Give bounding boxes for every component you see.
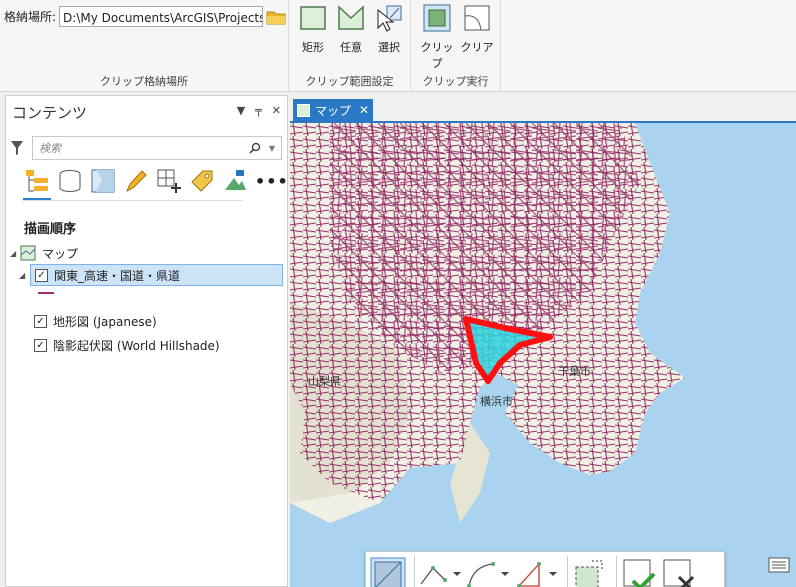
map-name: マップ: [42, 246, 79, 261]
freehand-polygon-icon: [338, 5, 364, 30]
tab-map[interactable]: マップ ✕: [293, 99, 373, 121]
rectangle-sketch-icon: [370, 557, 406, 587]
search-placeholder: 検索: [39, 142, 61, 155]
arc-sketch-button[interactable]: [467, 555, 511, 587]
polyline-sketch-button[interactable]: [419, 555, 463, 587]
contents-title: コンテンツ: [12, 104, 88, 122]
filter-icon[interactable]: [10, 140, 24, 156]
collapse-icon[interactable]: ◢: [10, 249, 20, 258]
clip-button[interactable]: クリップ: [417, 4, 457, 71]
map-drawing: [290, 123, 796, 587]
cancel-sketch-button[interactable]: [661, 555, 697, 587]
list-by-perspective-imagery-icon[interactable]: [222, 168, 248, 194]
polyline-sketch-icon: [420, 566, 461, 585]
finish-sketch-button[interactable]: [621, 555, 657, 587]
freehand-label: 任意: [340, 41, 362, 54]
map-canvas[interactable]: 山梨県 横浜市 千葉市: [290, 123, 796, 587]
sketch-toolbar: [365, 551, 725, 587]
layer-item-hillshade[interactable]: ✓ 陰影起伏図 (World Hillshade): [34, 334, 220, 356]
pin-icon[interactable]: ╤: [255, 104, 262, 117]
map-node[interactable]: ◢ マップ: [10, 242, 78, 264]
layer-visibility-checkbox[interactable]: ✓: [35, 268, 48, 282]
clear-button[interactable]: クリア: [457, 4, 497, 55]
search-input[interactable]: 検索 ▼: [32, 136, 282, 160]
storage-path-label: 格納場所:: [4, 10, 57, 24]
list-by-selection-icon[interactable]: [90, 168, 116, 194]
layer-name: 関東_高速・国道・県道: [54, 268, 181, 283]
rectangle-icon: [300, 6, 326, 30]
list-by-labeling-icon[interactable]: [189, 168, 215, 194]
execute-group-label: クリップ実行: [422, 75, 489, 88]
contents-pane: コンテンツ ▼ ╤ ✕ 検索 ▼ ••• 描画順序 ◢ マップ ◢ ✓ 関東_高…: [5, 95, 288, 587]
clear-icon: [464, 5, 490, 31]
toolbar-divider: [23, 200, 243, 201]
layer-visibility-checkbox[interactable]: ✓: [34, 338, 47, 352]
collapse-icon[interactable]: ◢: [19, 271, 29, 280]
tab-label: マップ: [315, 103, 352, 118]
clip-storage-group: 格納場所: D:\My Documents\ArcGIS\Projects\クリ…: [0, 0, 289, 92]
toolbar-separator: [567, 556, 568, 587]
layer-item-topo[interactable]: ✓ 地形図 (Japanese): [34, 310, 157, 332]
right-angle-sketch-icon: [517, 562, 557, 587]
rectangle-label: 矩形: [302, 41, 324, 54]
select-button[interactable]: 選択: [369, 4, 409, 55]
list-by-snapping-icon[interactable]: [156, 168, 182, 194]
map-label-yokohama: 横浜市: [480, 395, 513, 408]
select-feature-icon: [377, 5, 402, 32]
map-view: マップ ✕ 山梨県 横浜市 千葉市: [290, 95, 796, 587]
clear-label: クリア: [460, 41, 494, 54]
layer-name: 陰影起伏図 (World Hillshade): [53, 338, 220, 353]
storage-group-label: クリップ格納場所: [100, 75, 188, 88]
more-icon[interactable]: •••: [255, 172, 289, 191]
layer-name: 地形図 (Japanese): [53, 314, 157, 329]
layer-item-roads[interactable]: ◢ ✓ 関東_高速・国道・県道: [19, 264, 283, 286]
continue-sketch-icon: [575, 560, 603, 587]
arc-sketch-icon: [467, 562, 509, 587]
list-view-toolbar: •••: [24, 168, 289, 194]
right-angle-sketch-button[interactable]: [515, 555, 559, 587]
map-icon: [297, 103, 310, 117]
select-label: 選択: [378, 41, 400, 54]
list-by-source-icon[interactable]: [57, 168, 83, 194]
rectangle-sketch-button[interactable]: [370, 555, 406, 587]
map-icon: [20, 245, 36, 261]
clip-range-group: 矩形 任意 選択 クリップ範囲設定: [289, 0, 411, 92]
line-symbol: [38, 292, 54, 294]
clip-execute-group: クリップ クリア クリップ実行: [411, 0, 501, 92]
toolbar-separator: [616, 556, 617, 587]
freehand-button[interactable]: 任意: [331, 4, 371, 55]
clip-icon: [423, 4, 451, 32]
search-icon[interactable]: [249, 142, 261, 154]
continue-sketch-button[interactable]: [572, 555, 608, 587]
layer-visibility-checkbox[interactable]: ✓: [34, 314, 47, 328]
toolbar-separator: [414, 556, 415, 587]
range-group-label: クリップ範囲設定: [305, 75, 394, 88]
search-row: 検索 ▼: [10, 136, 282, 160]
finish-sketch-icon: [623, 559, 656, 587]
list-by-drawing-order-icon[interactable]: [24, 168, 50, 194]
ribbon: 格納場所: D:\My Documents\ArcGIS\Projects\クリ…: [0, 0, 796, 92]
storage-path-input[interactable]: D:\My Documents\ArcGIS\Projects\クリ: [59, 6, 264, 27]
close-pane-icon[interactable]: ✕: [272, 104, 281, 117]
cancel-sketch-icon: [663, 559, 695, 587]
list-by-editing-icon[interactable]: [123, 168, 149, 194]
map-navigator-icon[interactable]: [768, 555, 790, 573]
browse-folder-icon[interactable]: [266, 8, 286, 26]
pane-controls: ▼ ╤ ✕: [237, 104, 281, 117]
drawing-order-title: 描画順序: [24, 222, 77, 237]
search-options-icon[interactable]: ▼: [269, 144, 275, 153]
map-label-chiba: 千葉市: [558, 365, 591, 378]
rectangle-button[interactable]: 矩形: [293, 4, 333, 55]
map-label-yamanashi: 山梨県: [308, 375, 341, 388]
pane-options-icon[interactable]: ▼: [237, 104, 245, 117]
clip-label: クリップ: [420, 41, 454, 70]
close-tab-icon[interactable]: ✕: [359, 103, 369, 117]
